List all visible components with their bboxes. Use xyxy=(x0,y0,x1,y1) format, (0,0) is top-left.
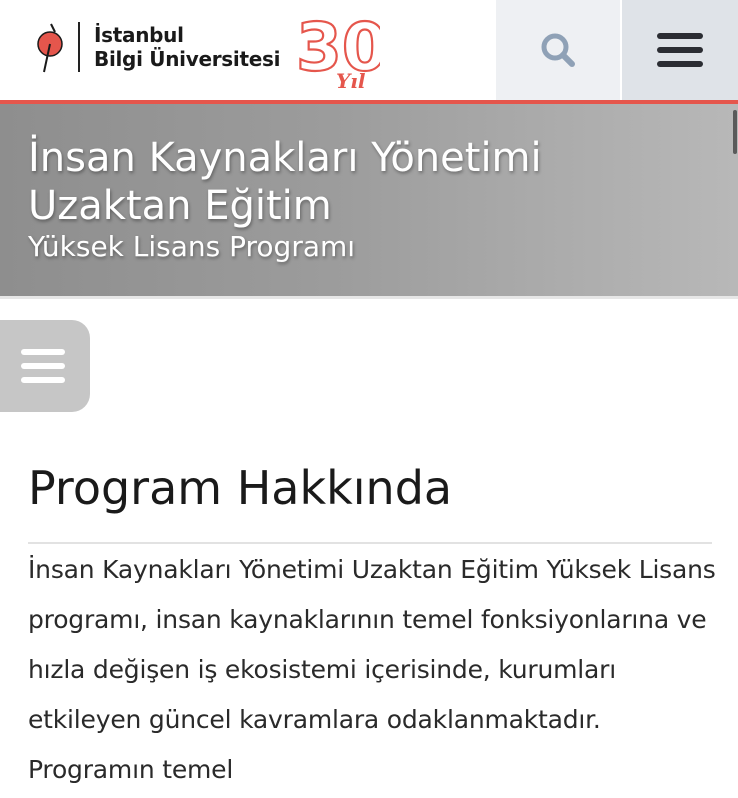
logo-line-1: İstanbul xyxy=(94,23,184,47)
search-button[interactable] xyxy=(496,0,620,100)
logo-wordmark: İstanbul Bilgi Üniversitesi xyxy=(94,23,280,71)
program-title: İnsan Kaynakları Yönetimi Uzaktan Eğitim xyxy=(28,135,542,229)
search-icon xyxy=(541,33,575,67)
main-menu-button[interactable] xyxy=(622,0,738,100)
program-description: İnsan Kaynakları Yönetimi Uzaktan Eğitim… xyxy=(28,555,716,784)
logo-line-2: Bilgi Üniversitesi xyxy=(94,47,281,71)
section-title: Program Hakkında xyxy=(28,461,453,515)
anniversary-word: Yıl xyxy=(336,69,366,93)
program-hero-banner: İnsan Kaynakları Yönetimi Uzaktan Eğitim… xyxy=(0,104,738,298)
hamburger-menu-icon xyxy=(21,349,65,383)
program-subtitle: Yüksek Lisans Programı xyxy=(28,230,356,263)
anniversary-30-years-logo: 30 Yıl xyxy=(294,8,389,94)
university-logo[interactable]: İstanbul Bilgi Üniversitesi xyxy=(36,20,280,74)
logo-emblem-icon xyxy=(36,20,68,74)
section-divider xyxy=(28,542,712,544)
side-menu-toggle-button[interactable] xyxy=(0,320,90,412)
page-scrollbar[interactable] xyxy=(733,110,737,154)
logo-divider xyxy=(78,22,80,72)
hero-bottom-border xyxy=(0,296,738,299)
site-header: İstanbul Bilgi Üniversitesi 30 Yıl xyxy=(0,0,738,100)
hamburger-menu-icon xyxy=(657,33,703,67)
